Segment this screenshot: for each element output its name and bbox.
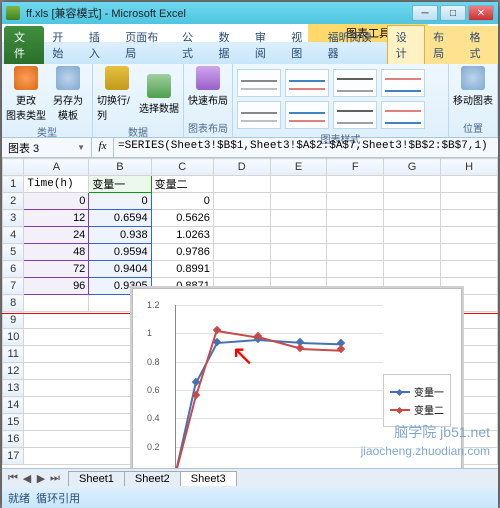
window-title: ff.xls [兼容模式] - Microsoft Excel bbox=[26, 5, 412, 21]
sheet-nav-prev[interactable]: ◀ bbox=[20, 472, 34, 485]
status-ready: 就绪 bbox=[8, 493, 30, 505]
tab-foxit[interactable]: 福昕阅读器 bbox=[320, 26, 387, 64]
sheet-tab-1[interactable]: Sheet1 bbox=[68, 471, 125, 486]
select-data-icon bbox=[147, 74, 171, 98]
sheet-tab-2[interactable]: Sheet2 bbox=[124, 471, 181, 486]
chart-style-3[interactable] bbox=[333, 69, 377, 97]
save-template-icon bbox=[56, 66, 80, 90]
sheet-nav-first[interactable]: ⏮ bbox=[6, 472, 20, 485]
legend-marker-1 bbox=[390, 391, 410, 393]
ribbon-tabs: 文件 开始 插入 页面布局 公式 数据 审阅 视图 福昕阅读器 设计 布局 格式 bbox=[2, 42, 498, 64]
close-button[interactable]: ✕ bbox=[468, 5, 494, 21]
watermark-text: 脑学院 jb51.net bbox=[394, 422, 490, 442]
excel-icon bbox=[6, 6, 20, 20]
chart-style-4[interactable] bbox=[381, 69, 425, 97]
tab-layout[interactable]: 布局 bbox=[425, 26, 461, 64]
group-layout-label: 图表布局 bbox=[188, 118, 228, 135]
legend-label-1: 变量一 bbox=[414, 384, 444, 399]
formula-bar: 图表 3▼ fx =SERIES(Sheet3!$B$1,Sheet3!$A$2… bbox=[2, 138, 498, 158]
legend-marker-2 bbox=[390, 409, 410, 411]
chart-style-8[interactable] bbox=[381, 101, 425, 129]
col-header[interactable]: C bbox=[151, 159, 213, 176]
change-chart-type-button[interactable]: 更改图表类型 bbox=[6, 66, 46, 122]
chart-style-6[interactable] bbox=[285, 101, 329, 129]
select-data-button[interactable]: 选择数据 bbox=[139, 74, 179, 115]
chart-style-2[interactable] bbox=[285, 69, 329, 97]
chart-style-gallery bbox=[237, 66, 437, 129]
quick-layout-icon bbox=[196, 66, 220, 90]
col-header[interactable]: D bbox=[213, 159, 270, 176]
group-data-label: 数据 bbox=[97, 122, 179, 139]
tab-review[interactable]: 审阅 bbox=[247, 26, 283, 64]
cell[interactable]: Time(h) bbox=[24, 176, 89, 193]
tab-file[interactable]: 文件 bbox=[4, 26, 44, 64]
tab-view[interactable]: 视图 bbox=[283, 26, 319, 64]
cell[interactable]: 变量一 bbox=[89, 176, 151, 193]
tab-home[interactable]: 开始 bbox=[44, 26, 80, 64]
worksheet-grid[interactable]: A B C D E F G H 1 Time(h) 变量一 变量二 2 0 0 … bbox=[2, 158, 498, 468]
annotation-arrow: ↖ bbox=[231, 339, 254, 372]
watermark-url: jiaocheng.zhuodian.com bbox=[361, 444, 490, 458]
tab-page-layout[interactable]: 页面布局 bbox=[117, 26, 174, 64]
col-header[interactable]: F bbox=[327, 159, 384, 176]
sheet-tab-3[interactable]: Sheet3 bbox=[180, 471, 237, 486]
tab-data[interactable]: 数据 bbox=[210, 26, 246, 64]
excel-window: ff.xls [兼容模式] - Microsoft Excel ─ □ ✕ 图表… bbox=[2, 2, 498, 508]
minimize-button[interactable]: ─ bbox=[412, 5, 438, 21]
quick-layout-button[interactable]: 快速布局 bbox=[188, 66, 228, 107]
switch-row-col-button[interactable]: 切换行/列 bbox=[97, 66, 137, 122]
col-header[interactable]: B bbox=[89, 159, 151, 176]
status-circular-ref: 循环引用 bbox=[36, 493, 80, 505]
legend-label-2: 变量二 bbox=[414, 402, 444, 417]
tab-insert[interactable]: 插入 bbox=[81, 26, 117, 64]
name-box[interactable]: 图表 3▼ bbox=[2, 138, 92, 157]
fx-icon[interactable]: fx bbox=[92, 138, 114, 157]
change-chart-type-icon bbox=[14, 66, 38, 90]
formula-input[interactable]: =SERIES(Sheet3!$B$1,Sheet3!$A$2:$A$7,She… bbox=[114, 138, 498, 157]
move-chart-icon bbox=[461, 66, 485, 90]
sheet-nav-last[interactable]: ⏭ bbox=[48, 472, 62, 485]
move-chart-button[interactable]: 移动图表 bbox=[453, 66, 493, 107]
title-bar[interactable]: ff.xls [兼容模式] - Microsoft Excel ─ □ ✕ bbox=[2, 2, 498, 24]
maximize-button[interactable]: □ bbox=[440, 5, 466, 21]
switch-rowcol-icon bbox=[105, 66, 129, 90]
tab-formulas[interactable]: 公式 bbox=[174, 26, 210, 64]
status-bar: 就绪 循环引用 bbox=[2, 488, 498, 508]
save-as-template-button[interactable]: 另存为模板 bbox=[48, 66, 88, 122]
group-location-label: 位置 bbox=[453, 118, 493, 135]
sheet-tabs: ⏮ ◀ ▶ ⏭ Sheet1 Sheet2 Sheet3 bbox=[2, 468, 498, 488]
cell[interactable]: 变量二 bbox=[151, 176, 213, 193]
col-header[interactable]: G bbox=[384, 159, 441, 176]
col-header[interactable]: H bbox=[441, 159, 498, 176]
select-all-corner[interactable] bbox=[3, 159, 24, 176]
tab-design[interactable]: 设计 bbox=[387, 25, 425, 64]
chart-style-5[interactable] bbox=[237, 101, 281, 129]
ribbon-body: 更改图表类型 另存为模板 类型 切换行/列 选择数据 数据 快速布局 图表布局 bbox=[2, 64, 498, 138]
chart-style-7[interactable] bbox=[333, 101, 377, 129]
plot-area[interactable]: 00.20.40.60.811.2020406080100120 bbox=[147, 299, 387, 468]
chart-legend[interactable]: 变量一 变量二 bbox=[383, 374, 451, 427]
chevron-down-icon: ▼ bbox=[77, 143, 85, 152]
group-type-label: 类型 bbox=[6, 122, 88, 139]
col-header[interactable]: A bbox=[24, 159, 89, 176]
tab-format[interactable]: 格式 bbox=[462, 26, 498, 64]
sheet-nav-next[interactable]: ▶ bbox=[34, 472, 48, 485]
chart-style-1[interactable] bbox=[237, 69, 281, 97]
col-header[interactable]: E bbox=[270, 159, 327, 176]
